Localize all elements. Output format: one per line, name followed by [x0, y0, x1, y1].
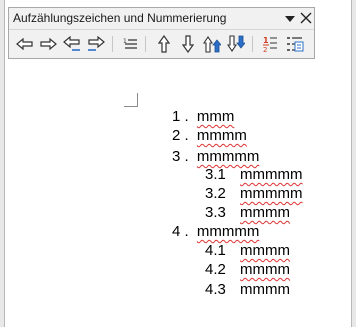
list-number: 4 .	[172, 223, 189, 240]
list-item[interactable]: 3 . mmmmm	[172, 148, 259, 166]
promote-one-level-icon[interactable]	[38, 34, 58, 54]
svg-text:2: 2	[263, 46, 267, 53]
move-down-with-subpoints-icon[interactable]	[226, 34, 246, 54]
list-text: mmmm	[240, 261, 291, 278]
svg-text:1: 1	[263, 36, 269, 45]
list-number: 3 .	[172, 148, 189, 165]
list-number: 1 .	[172, 108, 189, 125]
demote-with-subpoints-icon[interactable]	[62, 34, 82, 54]
toolbar-separator	[112, 36, 113, 52]
list-text: mmmm	[240, 242, 291, 259]
list-text: mmmmm	[240, 166, 303, 183]
move-down-icon[interactable]	[178, 34, 198, 54]
list-text: mmmmm	[196, 223, 260, 240]
list-text: mmmm	[240, 204, 291, 221]
list-text: mmmm	[240, 281, 291, 298]
list-item[interactable]: 3.2 mmmmm	[205, 185, 303, 203]
list-number: 4.2	[205, 261, 226, 278]
list-item[interactable]: 4 . mmmmm	[172, 223, 259, 241]
toolbar-buttons: 1 12	[9, 30, 314, 58]
toolbar-separator	[252, 36, 253, 52]
list-item[interactable]: 4.3 mmmm	[205, 281, 290, 299]
list-number: 3.3	[205, 204, 226, 221]
list-text: mmmmm	[240, 185, 303, 202]
list-number: 3.1	[205, 166, 226, 183]
close-icon[interactable]	[299, 10, 313, 26]
list-item[interactable]: 3.1 mmmmm	[205, 166, 303, 184]
move-up-with-subpoints-icon[interactable]	[202, 34, 222, 54]
numbering-dialog-icon[interactable]	[285, 34, 305, 54]
dropdown-arrow-icon[interactable]	[284, 11, 296, 25]
list-number: 4.1	[205, 242, 226, 259]
restart-numbering-icon[interactable]: 12	[260, 34, 280, 54]
list-item[interactable]: 4.2 mmmm	[205, 261, 290, 279]
list-item[interactable]: 4.1 mmmm	[205, 242, 290, 260]
insert-unnumbered-entry-icon[interactable]: 1	[120, 34, 140, 54]
list-number: 2 .	[172, 127, 189, 144]
list-number: 4.3	[205, 281, 226, 298]
list-text: mmmmm	[196, 148, 260, 165]
text-boundary-corner	[124, 93, 138, 107]
toolbar-titlebar[interactable]: Aufzählungszeichen und Nummerierung	[9, 8, 314, 30]
list-text: mmm	[196, 108, 235, 125]
bullets-numbering-toolbar: Aufzählungszeichen und Nummerierung 1 1 …	[8, 7, 315, 59]
promote-with-subpoints-icon[interactable]	[86, 34, 106, 54]
list-text: mmmm	[196, 127, 247, 144]
list-item[interactable]: 3.3 mmmm	[205, 204, 290, 222]
list-number: 3.2	[205, 185, 226, 202]
toolbar-separator	[145, 36, 146, 52]
move-up-icon[interactable]	[154, 34, 174, 54]
list-item[interactable]: 1 . mmm	[172, 108, 234, 126]
toolbar-title: Aufzählungszeichen und Nummerierung	[13, 11, 227, 25]
demote-one-level-icon[interactable]	[15, 34, 35, 54]
list-item[interactable]: 2 . mmmm	[172, 127, 247, 145]
